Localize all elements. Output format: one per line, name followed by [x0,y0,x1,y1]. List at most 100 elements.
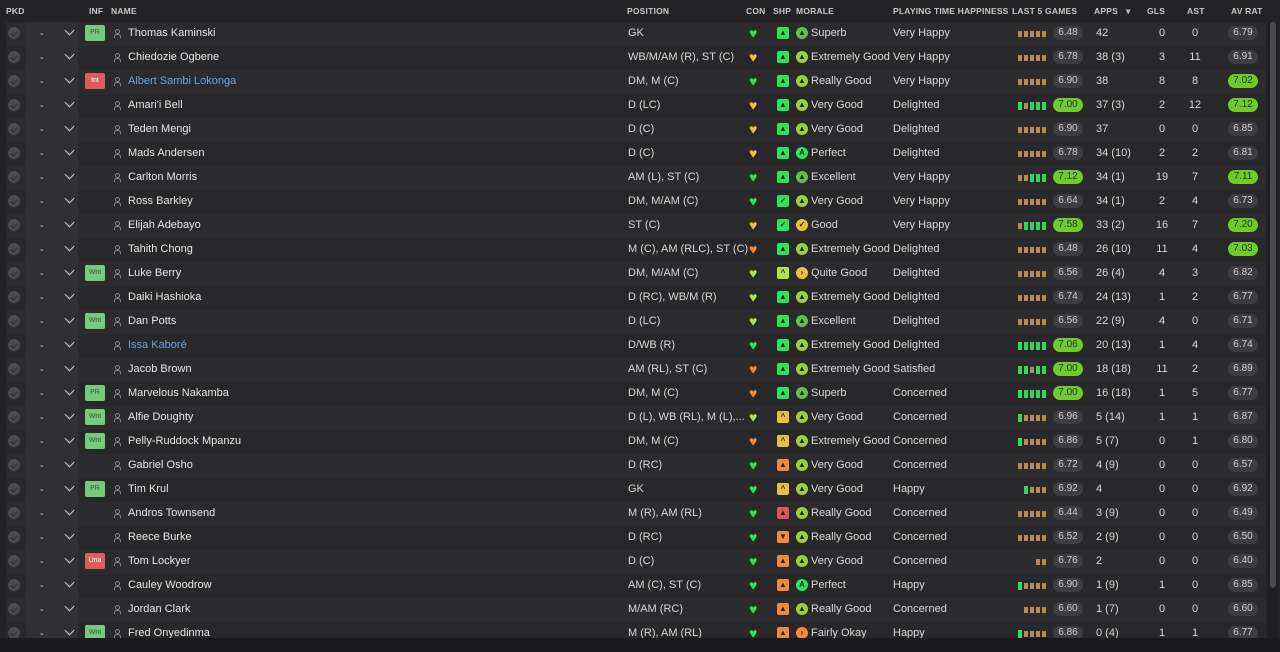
picked-toggle-icon[interactable] [8,171,20,183]
picked-toggle-icon[interactable] [8,555,20,567]
selection-dropdown[interactable]: - [26,526,78,550]
table-row[interactable]: - PR Marvelous Nakamba DM, M (C) ♥ ▲ ▲ Superb Co… [6,382,1266,406]
selection-dropdown[interactable]: - [26,310,78,334]
selection-dropdown[interactable]: - [26,22,78,46]
picked-toggle-icon[interactable] [8,123,20,135]
selection-dropdown[interactable]: - [26,358,78,382]
selection-dropdown[interactable]: - [26,550,78,574]
selection-dropdown[interactable]: - [26,190,78,214]
picked-toggle-icon[interactable] [8,603,20,615]
col-position[interactable]: POSITION [627,6,669,16]
selection-dropdown[interactable]: - [26,406,78,430]
table-row[interactable]: - Teden Mengi D (C) ♥ ▲ ▲ Very Good Delighted 6.… [6,118,1266,142]
player-name[interactable]: Daiki Hashioka [128,291,201,303]
player-name[interactable]: Alfie Doughty [128,411,193,423]
picked-toggle-icon[interactable] [8,51,20,63]
picked-toggle-icon[interactable] [8,243,20,255]
player-name[interactable]: Andros Townsend [128,507,215,519]
player-name[interactable]: Ross Barkley [128,195,193,207]
selection-dropdown[interactable]: - [26,94,78,118]
picked-toggle-icon[interactable] [8,99,20,111]
selection-dropdown[interactable]: - [26,46,78,70]
table-row[interactable]: - Wnt Alfie Doughty D (L), WB (RL), M (L),.… [6,406,1266,430]
table-row[interactable]: - Gabriel Osho D (RC) ♥ ▲ ▲ Very Good Concerned… [6,454,1266,478]
selection-dropdown[interactable]: - [26,382,78,406]
player-name[interactable]: Amari'i Bell [128,99,183,111]
player-name[interactable]: Reece Burke [128,531,192,543]
picked-toggle-icon[interactable] [8,411,20,423]
table-row[interactable]: - Wnt Luke Berry DM, M/AM (C) ♥ ^ › Quite Good D… [6,262,1266,286]
col-apps[interactable]: APPS [1094,6,1118,16]
table-row[interactable]: - Int Albert Sambi Lokonga DM, M (C) ♥ ▲ ▲ Real… [6,70,1266,94]
picked-toggle-icon[interactable] [8,507,20,519]
col-morale[interactable]: MORALE [796,6,834,16]
info-badge[interactable]: PR [85,481,105,497]
col-pkd[interactable]: PKD [6,6,25,16]
col-con[interactable]: CON [746,6,766,16]
table-row[interactable]: - PR Tim Krul GK ♥ ^ ▲ Very Good Happy 6.92 4 0 0 6.9… [6,478,1266,502]
table-row[interactable]: - Elijah Adebayo ST (C) ♥ ✓ ✓ Good Very Happy 7.… [6,214,1266,238]
player-name[interactable]: Marvelous Nakamba [128,387,229,399]
player-name[interactable]: Tahith Chong [128,243,193,255]
table-row[interactable]: - Jordan Clark M/AM (RC) ♥ ▲ ▲ Really Good Conc… [6,598,1266,622]
table-row[interactable]: - Una Tom Lockyer D (C) ♥ ▲ ▲ Very Good Concerne… [6,550,1266,574]
info-badge[interactable]: Wnt [85,433,105,449]
selection-dropdown[interactable]: - [26,238,78,262]
table-row[interactable]: - Chiedozie Ogbene WB/M/AM (R), ST (C) ♥ ▲ ▲ E… [6,46,1266,70]
picked-toggle-icon[interactable] [8,267,20,279]
picked-toggle-icon[interactable] [8,435,20,447]
picked-toggle-icon[interactable] [8,147,20,159]
picked-toggle-icon[interactable] [8,291,20,303]
col-playing-time-happiness[interactable]: PLAYING TIME HAPPINESS [893,6,1009,16]
selection-dropdown[interactable]: - [26,118,78,142]
selection-dropdown[interactable]: - [26,502,78,526]
table-row[interactable]: - Wnt Pelly-Ruddock Mpanzu DM, M (C) ♥ ^ ▲ Extr… [6,430,1266,454]
player-name[interactable]: Luke Berry [128,267,181,279]
col-inf[interactable]: INF [89,6,103,16]
selection-dropdown[interactable]: - [26,214,78,238]
table-row[interactable]: - Issa Kaboré D/WB (R) ♥ ▲ ▲ Extremely Good Del… [6,334,1266,358]
player-name[interactable]: Pelly-Ruddock Mpanzu [128,435,241,447]
player-name[interactable]: Teden Mengi [128,123,191,135]
player-name[interactable]: Tom Lockyer [128,555,190,567]
table-row[interactable]: - Andros Townsend M (R), AM (RL) ♥ ▲ ▲ Really … [6,502,1266,526]
sort-desc-icon[interactable]: ▾ [1126,6,1130,17]
table-row[interactable]: - Cauley Woodrow AM (C), ST (C) ♥ ▲ A Perfect H… [6,574,1266,598]
selection-dropdown[interactable]: - [26,478,78,502]
table-row[interactable]: - Jacob Brown AM (RL), ST (C) ♥ ▲ ▲ Extremely … [6,358,1266,382]
table-row[interactable]: - Carlton Morris AM (L), ST (C) ♥ ▲ ▲ Excellen… [6,166,1266,190]
info-badge[interactable]: Wnt [85,313,105,329]
player-name[interactable]: Gabriel Osho [128,459,193,471]
player-name[interactable]: Albert Sambi Lokonga [128,75,236,87]
table-row[interactable]: - Wnt Dan Potts D (LC) ♥ ▲ ▲ Excellent Delighted… [6,310,1266,334]
picked-toggle-icon[interactable] [8,339,20,351]
table-row[interactable]: - Amari'i Bell D (LC) ♥ ▲ ▲ Very Good Delighted… [6,94,1266,118]
table-row[interactable]: - Daiki Hashioka D (RC), WB/M (R) ♥ ▲ ▲ Extrem… [6,286,1266,310]
player-name[interactable]: Jacob Brown [128,363,192,375]
player-name[interactable]: Chiedozie Ogbene [128,51,219,63]
player-name[interactable]: Carlton Morris [128,171,197,183]
picked-toggle-icon[interactable] [8,579,20,591]
picked-toggle-icon[interactable] [8,363,20,375]
selection-dropdown[interactable]: - [26,286,78,310]
col-name[interactable]: NAME [111,6,137,16]
picked-toggle-icon[interactable] [8,315,20,327]
player-name[interactable]: Tim Krul [128,483,169,495]
player-name[interactable]: Cauley Woodrow [128,579,212,591]
selection-dropdown[interactable]: - [26,262,78,286]
info-badge[interactable]: Una [85,553,105,569]
picked-toggle-icon[interactable] [8,531,20,543]
player-name[interactable]: Jordan Clark [128,603,190,615]
info-badge[interactable]: PR [85,385,105,401]
selection-dropdown[interactable]: - [26,142,78,166]
info-badge[interactable]: PR [85,25,105,41]
info-badge[interactable]: Wnt [85,409,105,425]
picked-toggle-icon[interactable] [8,75,20,87]
table-row[interactable]: - Mads Andersen D (C) ♥ ▲ A Perfect Delighted 6.… [6,142,1266,166]
picked-toggle-icon[interactable] [8,27,20,39]
col-av-rat[interactable]: AV RAT [1231,6,1263,16]
info-badge[interactable]: Wnt [85,265,105,281]
table-row[interactable]: - Tahith Chong M (C), AM (RLC), ST (C) ♥ ▲ ▲ E… [6,238,1266,262]
selection-dropdown[interactable]: - [26,430,78,454]
selection-dropdown[interactable]: - [26,598,78,622]
